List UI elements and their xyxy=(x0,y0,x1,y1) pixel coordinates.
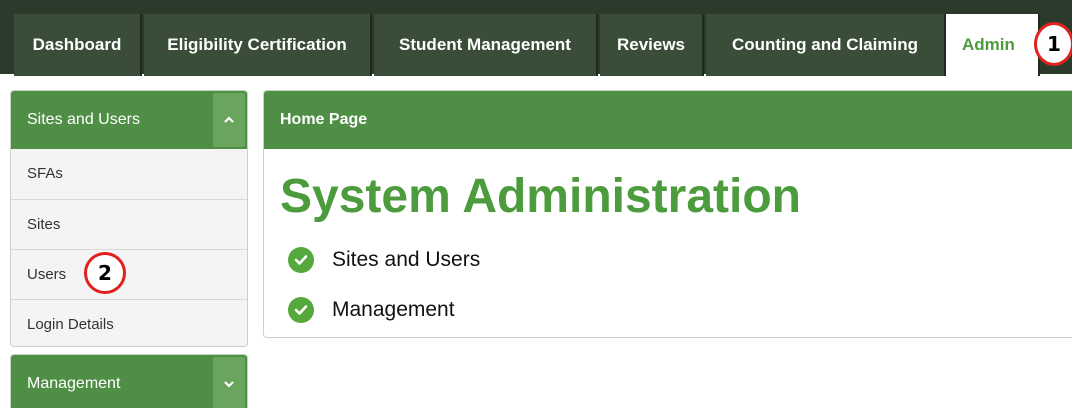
check-circle-icon xyxy=(288,297,314,323)
page-title: System Administration xyxy=(280,170,801,223)
main-header: Home Page xyxy=(264,91,1072,149)
sidebar-item-login-details[interactable]: Login Details xyxy=(11,299,247,346)
sidebar-list: SFAs Sites Users Login Details xyxy=(11,149,247,346)
sidebar-header-title: Sites and Users xyxy=(27,111,140,128)
link-label: Management xyxy=(332,298,455,321)
tab-dashboard[interactable]: Dashboard xyxy=(14,14,142,76)
sidebar-header-management[interactable]: Management xyxy=(11,355,247,408)
tab-counting-and-claiming[interactable]: Counting and Claiming xyxy=(706,14,946,76)
sidebar-item-sfas[interactable]: SFAs xyxy=(11,149,247,199)
callout-1: 1 xyxy=(1034,22,1072,66)
link-sites-and-users[interactable]: Sites and Users xyxy=(288,245,480,275)
callout-2: 2 xyxy=(84,252,126,294)
sidebar-panel-sites-and-users: Sites and Users SFAs Sites Users Login D… xyxy=(10,90,248,347)
sidebar-item-sites[interactable]: Sites xyxy=(11,199,247,249)
tab-reviews[interactable]: Reviews xyxy=(600,14,704,76)
sidebar-item-users[interactable]: Users xyxy=(11,249,247,299)
link-management[interactable]: Management xyxy=(288,295,455,325)
chevron-down-icon[interactable] xyxy=(213,357,245,408)
top-navigation-tabs: Dashboard Eligibility Certification Stud… xyxy=(0,0,1072,76)
tab-admin[interactable]: Admin xyxy=(946,14,1040,76)
check-circle-icon xyxy=(288,247,314,273)
link-label: Sites and Users xyxy=(332,248,481,271)
chevron-up-icon[interactable] xyxy=(213,93,245,147)
sidebar-header-title: Management xyxy=(27,375,121,392)
main-panel: Home Page System Administration Sites an… xyxy=(263,90,1072,338)
sidebar-header-sites-and-users[interactable]: Sites and Users xyxy=(11,91,247,149)
tab-eligibility-certification[interactable]: Eligibility Certification xyxy=(144,14,372,76)
top-navigation: Dashboard Eligibility Certification Stud… xyxy=(0,0,1072,76)
sidebar-panel-management: Management xyxy=(10,354,248,408)
tab-student-management[interactable]: Student Management xyxy=(374,14,598,76)
